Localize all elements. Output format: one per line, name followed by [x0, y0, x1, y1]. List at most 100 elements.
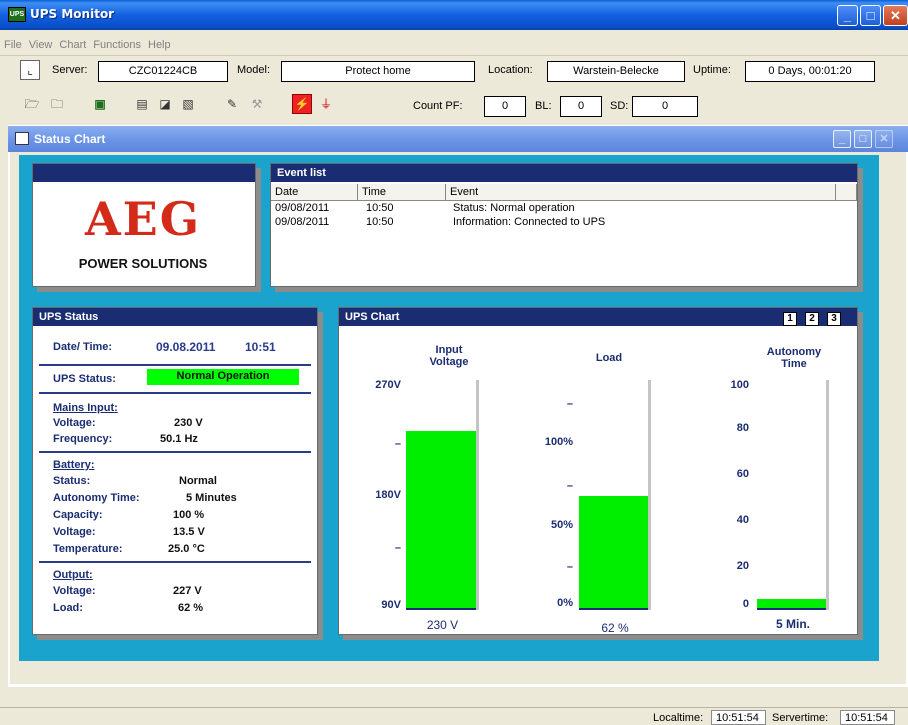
child-minimize-button[interactable]: _ [833, 130, 851, 148]
menu-chart[interactable]: Chart [55, 30, 89, 51]
tools-icon[interactable]: ⚒ [247, 94, 267, 114]
location-field: Warstein-Belecke [547, 61, 685, 82]
servertime-label: Servertime: [772, 712, 829, 724]
localtime-label: Localtime: [653, 712, 704, 724]
input-voltage-bar-track [406, 380, 479, 610]
menu-help[interactable]: Help [144, 30, 174, 51]
input-voltage-title-line: Voltage [429, 356, 469, 368]
frequency-value: 50.1 Hz [160, 433, 198, 445]
load-label: Load: [53, 602, 83, 614]
event-date: 09/08/2011 [275, 202, 330, 214]
tick-label: 50% [550, 519, 573, 531]
plug-icon[interactable]: ⏚ [316, 94, 336, 114]
graph-icon[interactable]: ◪ [155, 94, 175, 114]
tick-label: 100% [544, 436, 573, 448]
bl-label: BL: [535, 100, 552, 112]
logo-panel: AEG POWER SOLUTIONS [32, 163, 256, 287]
localtime-field: 10:51:54 [711, 710, 766, 725]
status-chart-window-icon [15, 132, 29, 145]
chart-page-3-button[interactable]: 3 [827, 312, 841, 326]
ups-status-badge: Normal Operation [147, 369, 299, 385]
autonomy-chart-title: Autonomy Time [749, 346, 839, 370]
capacity-value: 100 % [173, 509, 205, 521]
temperature-label: Temperature: [53, 543, 123, 555]
load-value: 62 % [178, 602, 204, 614]
event-col-time[interactable]: Time [358, 184, 446, 201]
divider [39, 451, 311, 453]
autonomy-value: 5 Minutes [186, 492, 237, 504]
chart-icon[interactable]: ⌞ [20, 60, 40, 80]
datetime-label: Date/ Time: [53, 341, 113, 353]
ups-status-title: UPS Status [33, 308, 317, 326]
logo-panel-header [33, 164, 255, 182]
location-label: Location: [488, 64, 533, 76]
input-voltage-bar [406, 431, 476, 610]
menu-file[interactable]: File [0, 30, 25, 51]
tick-mark: – [566, 561, 573, 573]
tick-label: 100 [730, 379, 749, 391]
temperature-value: 25.0 °C [168, 543, 205, 555]
autonomy-chart-value: 5 Min. [775, 617, 810, 631]
child-close-button[interactable]: ✕ [875, 130, 893, 148]
ups-chart-panel: UPS Chart 1 2 3 Input Voltage 270V – 180… [338, 307, 858, 635]
tick-label: 180V [375, 489, 401, 501]
tick-label: 0 [742, 598, 749, 610]
toolbar: 🗁 🗀 ▣ ▤ ◪ ▧ ✎ ⚒ ⚡ ⏚ Count PF: 0 BL: 0 SD… [0, 90, 908, 120]
ups-status-label: UPS Status: [53, 373, 116, 385]
battery-status-label: Status: [53, 475, 91, 487]
tick-mark: – [394, 542, 401, 554]
maximize-button[interactable]: □ [860, 5, 881, 26]
chart-page-1-button[interactable]: 1 [783, 312, 797, 326]
event-list-panel: Event list Date Time Event 09/08/2011 10… [270, 163, 858, 287]
load-bar [579, 495, 648, 610]
event-col-spacer [836, 184, 857, 201]
input-voltage-title: Input Voltage [409, 344, 489, 368]
event-col-date[interactable]: Date [271, 184, 358, 201]
autonomy-title-line: Time [781, 358, 807, 370]
output-voltage-value: 227 V [173, 585, 202, 597]
input-voltage-value: 230 V [426, 618, 459, 632]
menu-view[interactable]: View [25, 30, 56, 51]
power-fail-icon[interactable]: ⚡ [292, 94, 312, 114]
aeg-logo-subtitle: POWER SOLUTIONS [78, 256, 208, 271]
child-title-bar[interactable]: Status Chart _ □ ✕ [8, 126, 908, 152]
sd-field: 0 [632, 96, 698, 117]
output-heading: Output: [53, 569, 93, 581]
model-field: Protect home [281, 61, 475, 82]
autonomy-title-line: Autonomy [766, 346, 822, 358]
report-icon[interactable]: ▤ [132, 94, 152, 114]
ups-icon[interactable]: ▣ [90, 94, 110, 114]
title-bar[interactable]: UPS UPS Monitor _ □ ✕ [0, 0, 908, 30]
tick-label: 0% [557, 597, 573, 609]
mains-voltage-value: 230 V [174, 417, 203, 429]
tick-label: 40 [736, 514, 749, 526]
event-text: Status: Normal operation [453, 202, 575, 214]
open-folder-icon[interactable]: 🗁 [22, 94, 42, 114]
folder-icon[interactable]: 🗀 [47, 94, 67, 114]
date-value: 09.08.2011 [156, 340, 216, 354]
edit-icon[interactable]: ✎ [222, 94, 242, 114]
event-col-event[interactable]: Event [446, 184, 836, 201]
tick-mark: – [394, 438, 401, 450]
tick-mark: – [566, 480, 573, 492]
capacity-label: Capacity: [53, 509, 103, 521]
child-maximize-button[interactable]: □ [854, 130, 872, 148]
time-value: 10:51 [245, 340, 276, 354]
output-voltage-label: Voltage: [53, 585, 96, 597]
bl-field: 0 [560, 96, 602, 117]
chart-page-2-button[interactable]: 2 [805, 312, 819, 326]
menu-functions[interactable]: Functions [89, 30, 144, 51]
event-time: 10:50 [366, 216, 394, 228]
battery-status-value: Normal [179, 475, 217, 487]
autonomy-bar-track [757, 380, 829, 610]
event-list-title: Event list [271, 164, 857, 182]
settings-icon[interactable]: ▧ [178, 94, 198, 114]
battery-voltage-label: Voltage: [53, 526, 96, 538]
servertime-field: 10:51:54 [840, 710, 895, 725]
event-text: Information: Connected to UPS [453, 216, 606, 228]
ups-app-icon: UPS [8, 7, 26, 22]
menu-bar: File View Chart Functions Help [0, 30, 908, 56]
close-button[interactable]: ✕ [883, 5, 908, 26]
minimize-button[interactable]: _ [837, 5, 858, 26]
sd-label: SD: [610, 100, 629, 112]
